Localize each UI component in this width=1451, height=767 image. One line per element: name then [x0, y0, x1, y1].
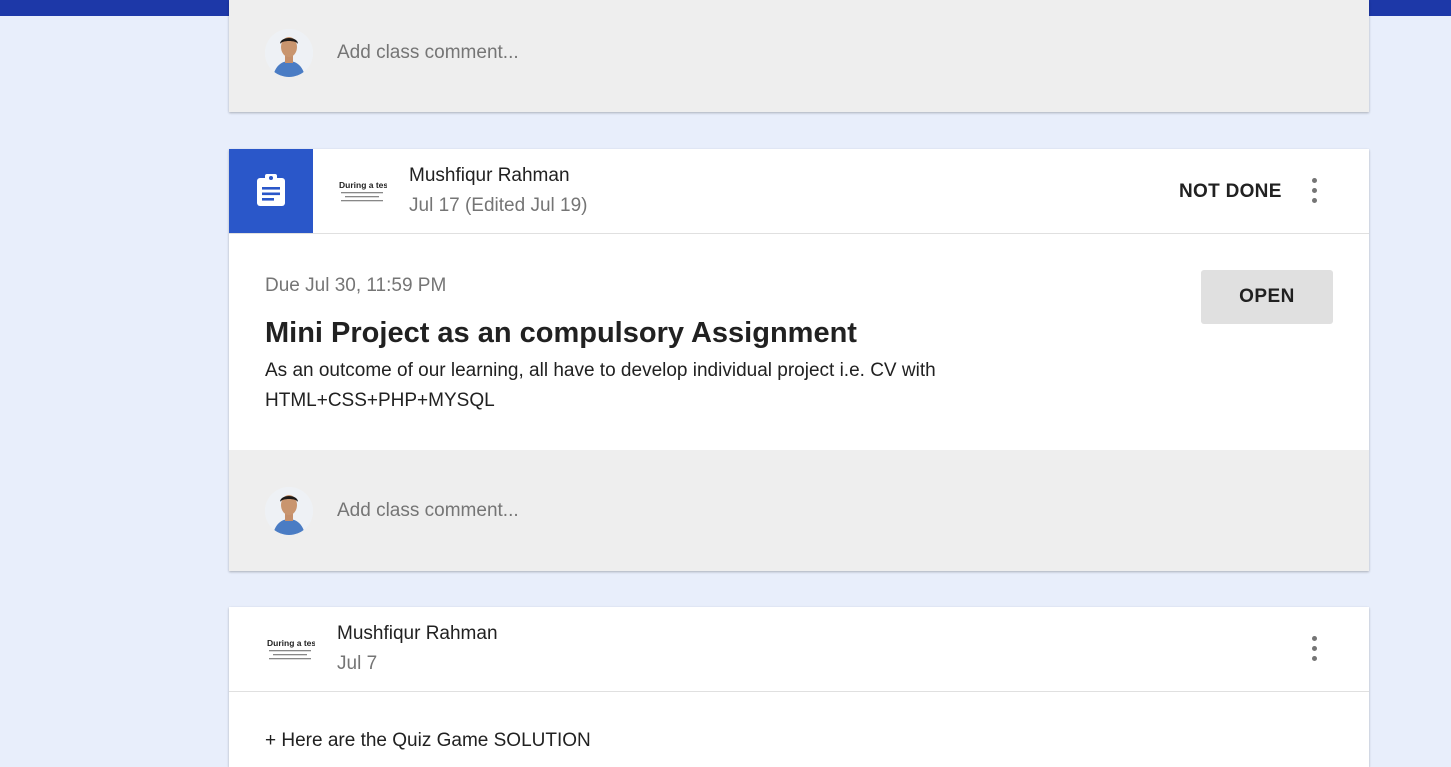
more-vert-icon[interactable]	[1302, 633, 1326, 665]
assignment-type-badge	[229, 149, 313, 233]
post-date: Jul 17 (Edited Jul 19)	[409, 195, 588, 216]
assignment-post-card: During a test, Mushfiqur Rahman Jul 17 (…	[229, 149, 1369, 571]
post-body-text: + Here are the Quiz Game SOLUTION	[265, 730, 591, 751]
assignment-title[interactable]: Mini Project as an compulsory Assignment	[265, 317, 857, 350]
post-thumbnail: During a test,	[337, 177, 387, 207]
previous-post-card	[229, 0, 1369, 112]
thumbnail-text: During a test,	[267, 638, 315, 648]
user-avatar	[265, 487, 313, 535]
open-button[interactable]: OPEN	[1201, 270, 1333, 324]
class-comment-bar	[229, 0, 1369, 112]
post-header: During a test, Mushfiqur Rahman Jul 7	[229, 607, 1369, 692]
post-body: + Here are the Quiz Game SOLUTION	[229, 692, 1369, 767]
status-label: NOT DONE	[1179, 181, 1282, 202]
class-comment-input[interactable]	[337, 42, 1037, 64]
thumbnail-text: During a test,	[339, 180, 387, 190]
post-author: Mushfiqur Rahman	[409, 165, 570, 186]
assignment-clipboard-icon	[257, 174, 285, 206]
post-date: Jul 7	[337, 653, 378, 674]
next-post-card: During a test, Mushfiqur Rahman Jul 7 + …	[229, 607, 1369, 767]
due-date: Due Jul 30, 11:59 PM	[265, 275, 447, 296]
post-thumbnail: During a test,	[265, 635, 315, 665]
class-comment-input[interactable]	[337, 500, 1037, 522]
post-author: Mushfiqur Rahman	[337, 623, 498, 644]
assignment-description: As an outcome of our learning, all have …	[265, 360, 936, 411]
assignment-body: Due Jul 30, 11:59 PM Mini Project as an …	[229, 234, 1369, 450]
more-vert-icon[interactable]	[1302, 175, 1326, 207]
class-comment-bar	[229, 450, 1369, 571]
user-avatar	[265, 29, 313, 77]
post-header: During a test, Mushfiqur Rahman Jul 17 (…	[229, 149, 1369, 234]
